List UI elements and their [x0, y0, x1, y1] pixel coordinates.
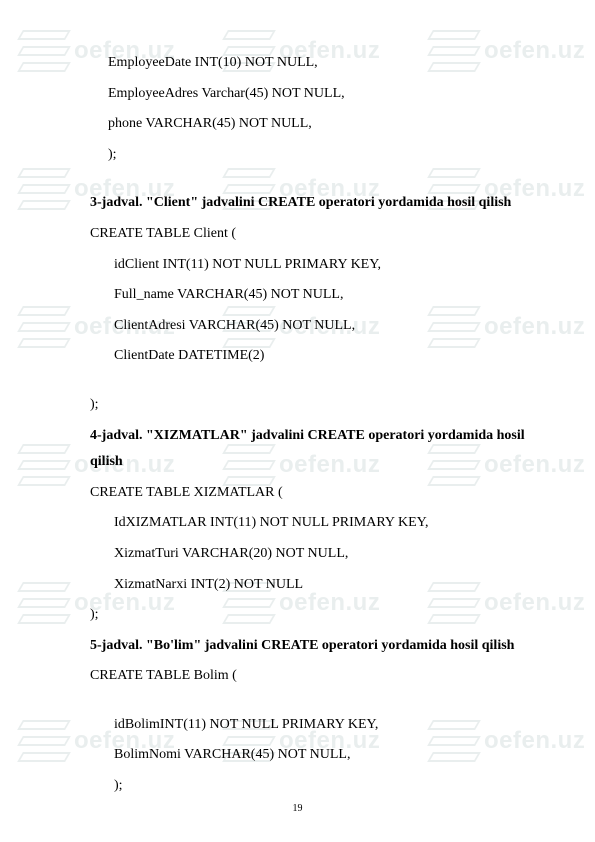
code-line: CREATE TABLE XIZMATLAR ( [90, 480, 525, 507]
page-number: 19 [0, 803, 595, 814]
document-body: EmployeeDate INT(10) NOT NULL, EmployeeA… [0, 0, 595, 834]
code-line: CREATE TABLE Bolim ( [90, 663, 525, 690]
code-line: XizmatTuri VARCHAR(20) NOT NULL, [90, 541, 525, 568]
code-line: idClient INT(11) NOT NULL PRIMARY KEY, [90, 252, 525, 279]
code-line: CREATE TABLE Client ( [90, 221, 525, 248]
code-line: IdXIZMATLAR INT(11) NOT NULL PRIMARY KEY… [90, 510, 525, 537]
code-line: ); [90, 602, 525, 629]
code-line: ); [90, 392, 525, 419]
code-line: BolimNomi VARCHAR(45) NOT NULL, [90, 742, 525, 769]
code-line: EmployeeDate INT(10) NOT NULL, [90, 50, 525, 77]
code-line: ClientDate DATETIME(2) [90, 343, 525, 370]
heading-5-jadval: 5-jadval. "Bo'lim" jadvalini CREATE oper… [90, 633, 525, 660]
code-line: ); [90, 773, 525, 800]
code-line: idBolimINT(11) NOT NULL PRIMARY KEY, [90, 712, 525, 739]
code-line: ClientAdresi VARCHAR(45) NOT NULL, [90, 313, 525, 340]
code-line: phone VARCHAR(45) NOT NULL, [90, 111, 525, 138]
code-line: EmployeeAdres Varchar(45) NOT NULL, [90, 81, 525, 108]
heading-3-jadval: 3-jadval. "Client" jadvalini CREATE oper… [90, 190, 525, 217]
code-line: XizmatNarxi INT(2) NOT NULL [90, 572, 525, 599]
heading-4-jadval: 4-jadval. "XIZMATLAR" jadvalini CREATE o… [90, 423, 525, 476]
code-line: Full_name VARCHAR(45) NOT NULL, [90, 282, 525, 309]
code-line: ); [90, 142, 525, 169]
